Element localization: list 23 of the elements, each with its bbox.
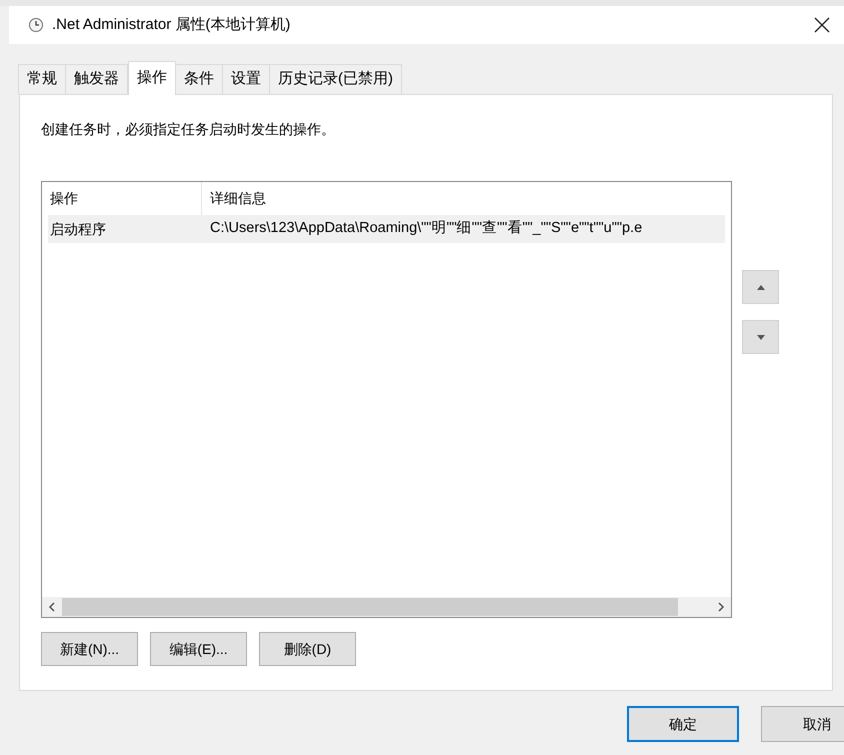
tab[interactable]: 触发器 <box>65 64 128 94</box>
up-triangle-icon <box>756 284 764 290</box>
window-title: .Net Administrator 属性(本地计算机) <box>52 14 290 35</box>
move-up-button[interactable] <box>742 270 779 304</box>
action-button[interactable]: 编辑(E)... <box>150 632 247 666</box>
down-triangle-icon <box>756 334 764 340</box>
column-header[interactable]: 详细信息 <box>202 182 731 215</box>
tab[interactable]: 操作 <box>128 61 176 95</box>
cancel-button[interactable]: 取消 <box>761 706 844 742</box>
tab[interactable]: 历史记录(已禁用) <box>269 64 402 94</box>
table-cell-text: C:\Users\123\AppData\Roaming\""明""细""查""看""_""S""e""t""u""p.e <box>209 219 644 238</box>
action-button[interactable]: 删除(D) <box>259 632 356 666</box>
tab[interactable]: 常规 <box>18 64 66 94</box>
description-text: 创建任务时，必须指定任务启动时发生的操作。 <box>41 120 336 139</box>
table-cell-text: 启动程序 <box>49 220 107 238</box>
move-down-button[interactable] <box>742 320 779 354</box>
clock-icon <box>28 17 44 33</box>
ok-button[interactable]: 确定 <box>627 706 739 742</box>
table-row[interactable]: 启动程序 C:\Users\123\AppData\Roaming\""明""细""查""看""_""S""e""t""u""p.e <box>48 215 725 243</box>
horizontal-scrollbar[interactable] <box>42 597 731 617</box>
scrollbar-thumb[interactable] <box>62 598 678 616</box>
action-button[interactable]: 新建(N)... <box>41 632 138 666</box>
close-icon <box>814 17 830 33</box>
